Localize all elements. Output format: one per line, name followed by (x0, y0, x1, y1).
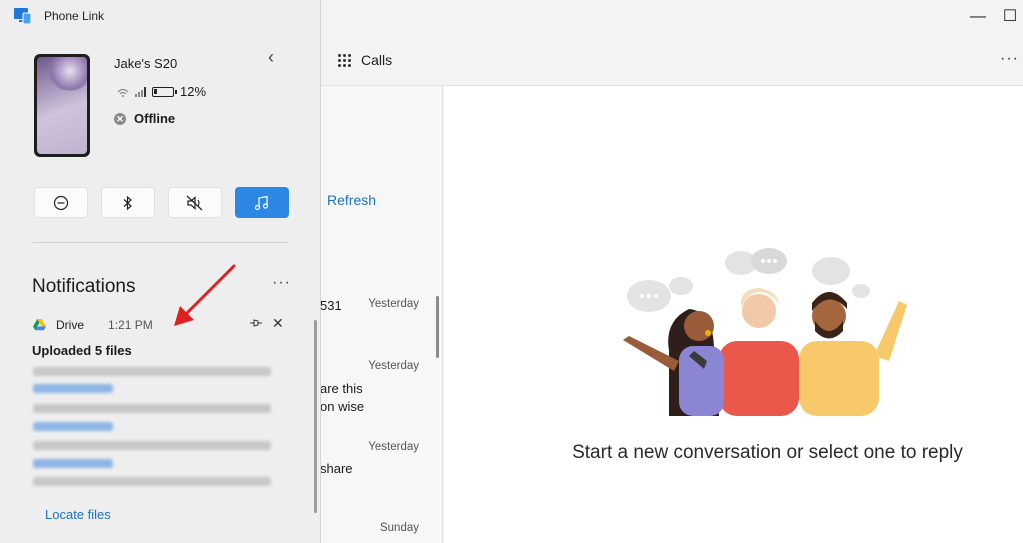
media-button[interactable] (235, 187, 289, 218)
maximize-button[interactable]: ☐ (998, 6, 1022, 28)
flyout-scrollbar[interactable] (314, 320, 317, 513)
conversation-list: Refresh 531 Yesterday Yesterday are this… (320, 86, 443, 543)
wifi-icon (117, 88, 129, 97)
dialpad-icon (338, 53, 351, 67)
blurred-file-name (33, 477, 271, 486)
device-name: Jake's S20 (114, 56, 178, 71)
people-chatting-illustration (623, 248, 907, 416)
notifications-more-button[interactable]: ··· (272, 274, 291, 292)
notification-header: Drive 1:21 PM (33, 318, 153, 332)
do-not-disturb-icon (53, 195, 69, 210)
blurred-file-name (33, 441, 271, 450)
bluetooth-button[interactable] (101, 187, 155, 218)
section-divider (33, 242, 289, 243)
speaker-muted-icon (186, 195, 203, 210)
dismiss-notification-close-icon[interactable]: ✕ (272, 315, 284, 332)
conversation-time: Sunday (379, 522, 419, 534)
phone-link-flyout: Phone Link Jake's S20 12% ✕ Offline ‹ No… (0, 0, 321, 543)
device-signal-row: 12% (117, 84, 206, 99)
conversation-pane: Start a new conversation or select one t… (444, 86, 1023, 543)
phone-image (34, 54, 90, 157)
conversation-time: Yesterday (368, 298, 419, 310)
phone-link-app-icon (14, 8, 32, 24)
blurred-file-link[interactable] (33, 384, 113, 393)
battery-icon (152, 86, 177, 97)
bluetooth-icon (123, 195, 132, 210)
locate-files-link[interactable]: Locate files (45, 507, 111, 522)
blurred-file-name (33, 404, 271, 413)
notification-app-name: Drive (56, 318, 85, 332)
connection-status-label: Offline (134, 111, 176, 126)
conversation-scrollbar[interactable] (436, 296, 439, 358)
empty-state-message: Start a new conversation or select one t… (572, 442, 963, 463)
collapse-chevron-icon[interactable]: ‹ (268, 47, 274, 68)
app-title: Phone Link (44, 9, 105, 23)
conversation-time: Yesterday (368, 360, 419, 372)
battery-percent: 12% (180, 84, 207, 99)
blurred-file-link[interactable] (33, 422, 113, 431)
cellular-signal-icon (135, 86, 146, 97)
music-note-icon (254, 195, 269, 210)
do-not-disturb-button[interactable] (34, 187, 88, 218)
connection-status: ✕ Offline (114, 111, 175, 126)
notification-title: Uploaded 5 files (32, 343, 132, 358)
offline-icon: ✕ (114, 112, 126, 125)
notification-time: 1:21 PM (108, 318, 153, 332)
more-options-button[interactable]: ··· (1000, 50, 1019, 68)
minimize-button[interactable]: — (966, 6, 990, 28)
annotation-arrow-icon (174, 264, 236, 326)
conversation-time: Yesterday (368, 441, 419, 453)
phone-wallpaper (37, 57, 87, 154)
google-drive-icon (33, 319, 46, 331)
conversation-preview: share (320, 461, 353, 476)
flyout-title-bar: Phone Link (14, 8, 104, 24)
blurred-file-link[interactable] (33, 459, 113, 468)
conversation-preview: are this (320, 381, 363, 396)
conversation-preview: 531 (320, 298, 342, 313)
refresh-link[interactable]: Refresh (327, 192, 376, 208)
conversation-preview-line2: on wise (320, 399, 365, 414)
mute-button[interactable] (168, 187, 222, 218)
tab-calls[interactable]: Calls (338, 52, 392, 68)
notifications-heading: Notifications (32, 276, 136, 297)
pin-icon[interactable] (249, 317, 263, 329)
tab-calls-label: Calls (361, 52, 393, 68)
tab-bar: Calls ··· (320, 40, 1023, 86)
blurred-file-name (33, 367, 271, 376)
